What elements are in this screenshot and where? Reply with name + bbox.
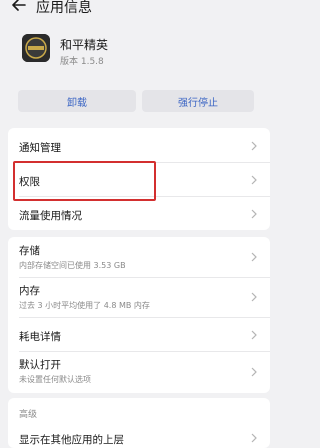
chevron-right-icon — [251, 433, 257, 443]
top-bar: 应用信息 — [0, 0, 272, 22]
row-data-usage[interactable]: 流量使用情况 — [8, 196, 270, 230]
app-version: 版本 1.5.8 — [60, 57, 104, 67]
chevron-right-icon — [251, 330, 257, 340]
row-battery-details[interactable]: 耗电详情 — [8, 317, 270, 351]
row-open-by-default[interactable]: 默认打开 未设置任何默认选项 — [8, 351, 270, 393]
row-notification-management[interactable]: 通知管理 — [8, 128, 270, 162]
row-label: 显示在其他应用的上层 — [19, 434, 124, 446]
row-memory[interactable]: 内存 过去 3 小时平均使用了 4.8 MB 内存 — [8, 277, 270, 317]
row-storage[interactable]: 存储 内部存储空间已使用 3.53 GB — [8, 237, 270, 277]
row-subtext: 未设置任何默认选项 — [19, 375, 91, 384]
chevron-right-icon — [251, 175, 257, 185]
row-label: 存储 — [19, 245, 40, 257]
chevron-right-icon — [251, 252, 257, 262]
chevron-right-icon — [251, 292, 257, 302]
force-stop-button[interactable]: 强行停止 — [142, 90, 254, 112]
row-label: 内存 — [19, 285, 40, 297]
section-label-advanced: 高级 — [19, 410, 38, 420]
app-name: 和平精英 — [60, 38, 109, 52]
row-label: 耗电详情 — [19, 331, 61, 343]
settings-group-advanced: 高级 显示在其他应用的上层 — [8, 398, 270, 448]
arrow-left-icon[interactable] — [10, 0, 28, 14]
uninstall-button[interactable]: 卸载 — [18, 90, 136, 112]
app-icon — [22, 34, 50, 62]
row-display-over-other-apps[interactable]: 显示在其他应用的上层 — [8, 424, 270, 448]
app-summary: 和平精英 版本 1.5.8 — [0, 28, 272, 76]
row-subtext: 内部存储空间已使用 3.53 GB — [19, 261, 126, 270]
page-title: 应用信息 — [36, 0, 92, 16]
permissions-highlight-box — [13, 161, 156, 201]
row-label: 通知管理 — [19, 142, 61, 154]
row-label: 流量使用情况 — [19, 210, 82, 222]
chevron-right-icon — [251, 367, 257, 377]
settings-group-2: 存储 内部存储空间已使用 3.53 GB 内存 过去 3 小时平均使用了 4.8… — [8, 237, 270, 393]
chevron-right-icon — [251, 209, 257, 219]
row-label: 默认打开 — [19, 359, 61, 371]
row-subtext: 过去 3 小时平均使用了 4.8 MB 内存 — [19, 301, 150, 310]
chevron-right-icon — [251, 141, 257, 151]
